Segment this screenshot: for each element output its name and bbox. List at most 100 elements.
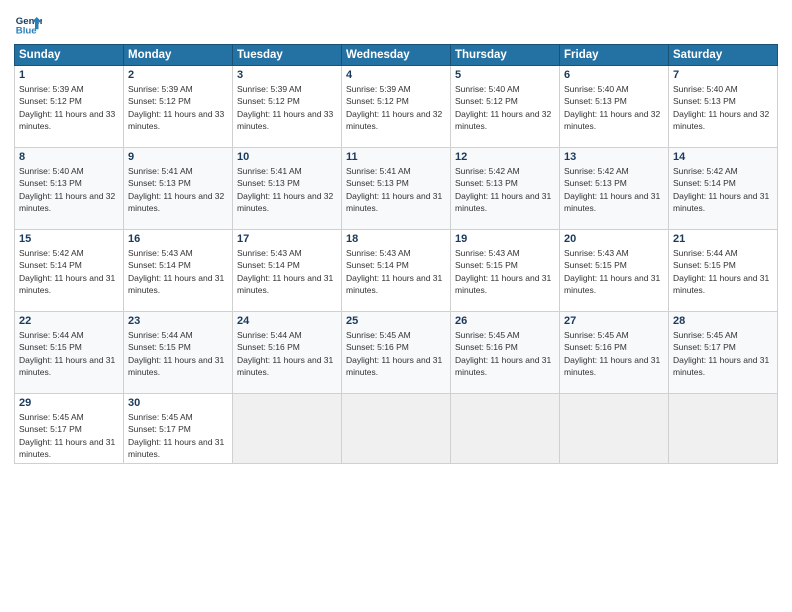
day-info: Sunrise: 5:43 AMSunset: 5:14 PMDaylight:…: [237, 247, 337, 296]
day-number: 23: [128, 315, 228, 327]
day-number: 9: [128, 151, 228, 163]
calendar-cell: 28 Sunrise: 5:45 AMSunset: 5:17 PMDayligh…: [669, 312, 778, 394]
calendar-cell: [560, 394, 669, 464]
day-number: 29: [19, 397, 119, 409]
calendar-cell: [451, 394, 560, 464]
day-number: 13: [564, 151, 664, 163]
calendar-cell: 8 Sunrise: 5:40 AMSunset: 5:13 PMDaylight…: [15, 148, 124, 230]
day-number: 16: [128, 233, 228, 245]
calendar-cell: 17 Sunrise: 5:43 AMSunset: 5:14 PMDayligh…: [233, 230, 342, 312]
day-number: 24: [237, 315, 337, 327]
calendar-cell: 10 Sunrise: 5:41 AMSunset: 5:13 PMDayligh…: [233, 148, 342, 230]
calendar-table: SundayMondayTuesdayWednesdayThursdayFrid…: [14, 44, 778, 464]
day-info: Sunrise: 5:40 AMSunset: 5:13 PMDaylight:…: [19, 165, 119, 214]
day-info: Sunrise: 5:40 AMSunset: 5:13 PMDaylight:…: [673, 83, 773, 132]
day-info: Sunrise: 5:39 AMSunset: 5:12 PMDaylight:…: [237, 83, 337, 132]
day-number: 30: [128, 397, 228, 409]
calendar-cell: 12 Sunrise: 5:42 AMSunset: 5:13 PMDayligh…: [451, 148, 560, 230]
day-info: Sunrise: 5:45 AMSunset: 5:16 PMDaylight:…: [455, 329, 555, 378]
calendar-week-row: 15Sunrise: 5:42 AMSunset: 5:14 PMDayligh…: [15, 230, 778, 312]
logo-icon: General Blue: [14, 10, 42, 38]
weekday-header-sunday: Sunday: [15, 45, 124, 66]
calendar-cell: [669, 394, 778, 464]
weekday-header-wednesday: Wednesday: [342, 45, 451, 66]
day-info: Sunrise: 5:42 AMSunset: 5:13 PMDaylight:…: [455, 165, 555, 214]
day-info: Sunrise: 5:40 AMSunset: 5:13 PMDaylight:…: [564, 83, 664, 132]
calendar-cell: [342, 394, 451, 464]
weekday-header-tuesday: Tuesday: [233, 45, 342, 66]
day-number: 8: [19, 151, 119, 163]
day-number: 22: [19, 315, 119, 327]
day-number: 11: [346, 151, 446, 163]
day-info: Sunrise: 5:39 AMSunset: 5:12 PMDaylight:…: [19, 83, 119, 132]
day-info: Sunrise: 5:45 AMSunset: 5:17 PMDaylight:…: [673, 329, 773, 378]
day-info: Sunrise: 5:43 AMSunset: 5:14 PMDaylight:…: [128, 247, 228, 296]
day-info: Sunrise: 5:43 AMSunset: 5:15 PMDaylight:…: [455, 247, 555, 296]
day-info: Sunrise: 5:40 AMSunset: 5:12 PMDaylight:…: [455, 83, 555, 132]
day-number: 2: [128, 69, 228, 81]
calendar-cell: 22 Sunrise: 5:44 AMSunset: 5:15 PMDayligh…: [15, 312, 124, 394]
weekday-header-friday: Friday: [560, 45, 669, 66]
day-info: Sunrise: 5:41 AMSunset: 5:13 PMDaylight:…: [237, 165, 337, 214]
calendar-cell: 23 Sunrise: 5:44 AMSunset: 5:15 PMDayligh…: [124, 312, 233, 394]
calendar-cell: 26 Sunrise: 5:45 AMSunset: 5:16 PMDayligh…: [451, 312, 560, 394]
day-info: Sunrise: 5:42 AMSunset: 5:14 PMDaylight:…: [673, 165, 773, 214]
calendar-cell: 7 Sunrise: 5:40 AMSunset: 5:13 PMDaylight…: [669, 66, 778, 148]
day-info: Sunrise: 5:45 AMSunset: 5:17 PMDaylight:…: [19, 411, 119, 460]
calendar-cell: 19 Sunrise: 5:43 AMSunset: 5:15 PMDayligh…: [451, 230, 560, 312]
day-info: Sunrise: 5:41 AMSunset: 5:13 PMDaylight:…: [128, 165, 228, 214]
day-info: Sunrise: 5:41 AMSunset: 5:13 PMDaylight:…: [346, 165, 446, 214]
weekday-header-saturday: Saturday: [669, 45, 778, 66]
calendar-cell: 4 Sunrise: 5:39 AMSunset: 5:12 PMDaylight…: [342, 66, 451, 148]
weekday-header-row: SundayMondayTuesdayWednesdayThursdayFrid…: [15, 45, 778, 66]
day-number: 28: [673, 315, 773, 327]
calendar-cell: 27 Sunrise: 5:45 AMSunset: 5:16 PMDayligh…: [560, 312, 669, 394]
day-info: Sunrise: 5:42 AMSunset: 5:13 PMDaylight:…: [564, 165, 664, 214]
day-info: Sunrise: 5:44 AMSunset: 5:15 PMDaylight:…: [128, 329, 228, 378]
day-info: Sunrise: 5:44 AMSunset: 5:16 PMDaylight:…: [237, 329, 337, 378]
calendar-week-row: 22 Sunrise: 5:44 AMSunset: 5:15 PMDayligh…: [15, 312, 778, 394]
svg-text:Blue: Blue: [16, 26, 37, 37]
day-number: 14: [673, 151, 773, 163]
weekday-header-thursday: Thursday: [451, 45, 560, 66]
day-info: Sunrise: 5:39 AMSunset: 5:12 PMDaylight:…: [128, 83, 228, 132]
header: General Blue: [14, 10, 778, 38]
day-number: 21: [673, 233, 773, 245]
calendar-cell: 3Sunrise: 5:39 AMSunset: 5:12 PMDaylight…: [233, 66, 342, 148]
calendar-cell: 29 Sunrise: 5:45 AMSunset: 5:17 PMDayligh…: [15, 394, 124, 464]
day-number: 20: [564, 233, 664, 245]
day-number: 7: [673, 69, 773, 81]
day-number: 17: [237, 233, 337, 245]
day-info: Sunrise: 5:45 AMSunset: 5:17 PMDaylight:…: [128, 411, 228, 460]
day-info: Sunrise: 5:44 AMSunset: 5:15 PMDaylight:…: [673, 247, 773, 296]
calendar-week-row: 8 Sunrise: 5:40 AMSunset: 5:13 PMDaylight…: [15, 148, 778, 230]
day-info: Sunrise: 5:43 AMSunset: 5:15 PMDaylight:…: [564, 247, 664, 296]
day-info: Sunrise: 5:39 AMSunset: 5:12 PMDaylight:…: [346, 83, 446, 132]
day-info: Sunrise: 5:44 AMSunset: 5:15 PMDaylight:…: [19, 329, 119, 378]
day-info: Sunrise: 5:43 AMSunset: 5:14 PMDaylight:…: [346, 247, 446, 296]
calendar-cell: [233, 394, 342, 464]
day-number: 4: [346, 69, 446, 81]
day-number: 26: [455, 315, 555, 327]
calendar-cell: 2 Sunrise: 5:39 AMSunset: 5:12 PMDaylight…: [124, 66, 233, 148]
day-number: 19: [455, 233, 555, 245]
calendar-cell: 21 Sunrise: 5:44 AMSunset: 5:15 PMDayligh…: [669, 230, 778, 312]
logo: General Blue: [14, 10, 42, 38]
calendar-cell: 9 Sunrise: 5:41 AMSunset: 5:13 PMDaylight…: [124, 148, 233, 230]
day-number: 5: [455, 69, 555, 81]
day-number: 25: [346, 315, 446, 327]
day-number: 27: [564, 315, 664, 327]
calendar-cell: 16 Sunrise: 5:43 AMSunset: 5:14 PMDayligh…: [124, 230, 233, 312]
calendar-cell: 13 Sunrise: 5:42 AMSunset: 5:13 PMDayligh…: [560, 148, 669, 230]
calendar-cell: 1 Sunrise: 5:39 AMSunset: 5:12 PMDaylight…: [15, 66, 124, 148]
day-number: 12: [455, 151, 555, 163]
day-info: Sunrise: 5:45 AMSunset: 5:16 PMDaylight:…: [564, 329, 664, 378]
day-number: 1: [19, 69, 119, 81]
day-number: 15: [19, 233, 119, 245]
calendar-cell: 11 Sunrise: 5:41 AMSunset: 5:13 PMDayligh…: [342, 148, 451, 230]
day-info: Sunrise: 5:45 AMSunset: 5:16 PMDaylight:…: [346, 329, 446, 378]
calendar-cell: 25 Sunrise: 5:45 AMSunset: 5:16 PMDayligh…: [342, 312, 451, 394]
day-number: 10: [237, 151, 337, 163]
calendar-cell: 15Sunrise: 5:42 AMSunset: 5:14 PMDayligh…: [15, 230, 124, 312]
calendar-cell: 5 Sunrise: 5:40 AMSunset: 5:12 PMDaylight…: [451, 66, 560, 148]
